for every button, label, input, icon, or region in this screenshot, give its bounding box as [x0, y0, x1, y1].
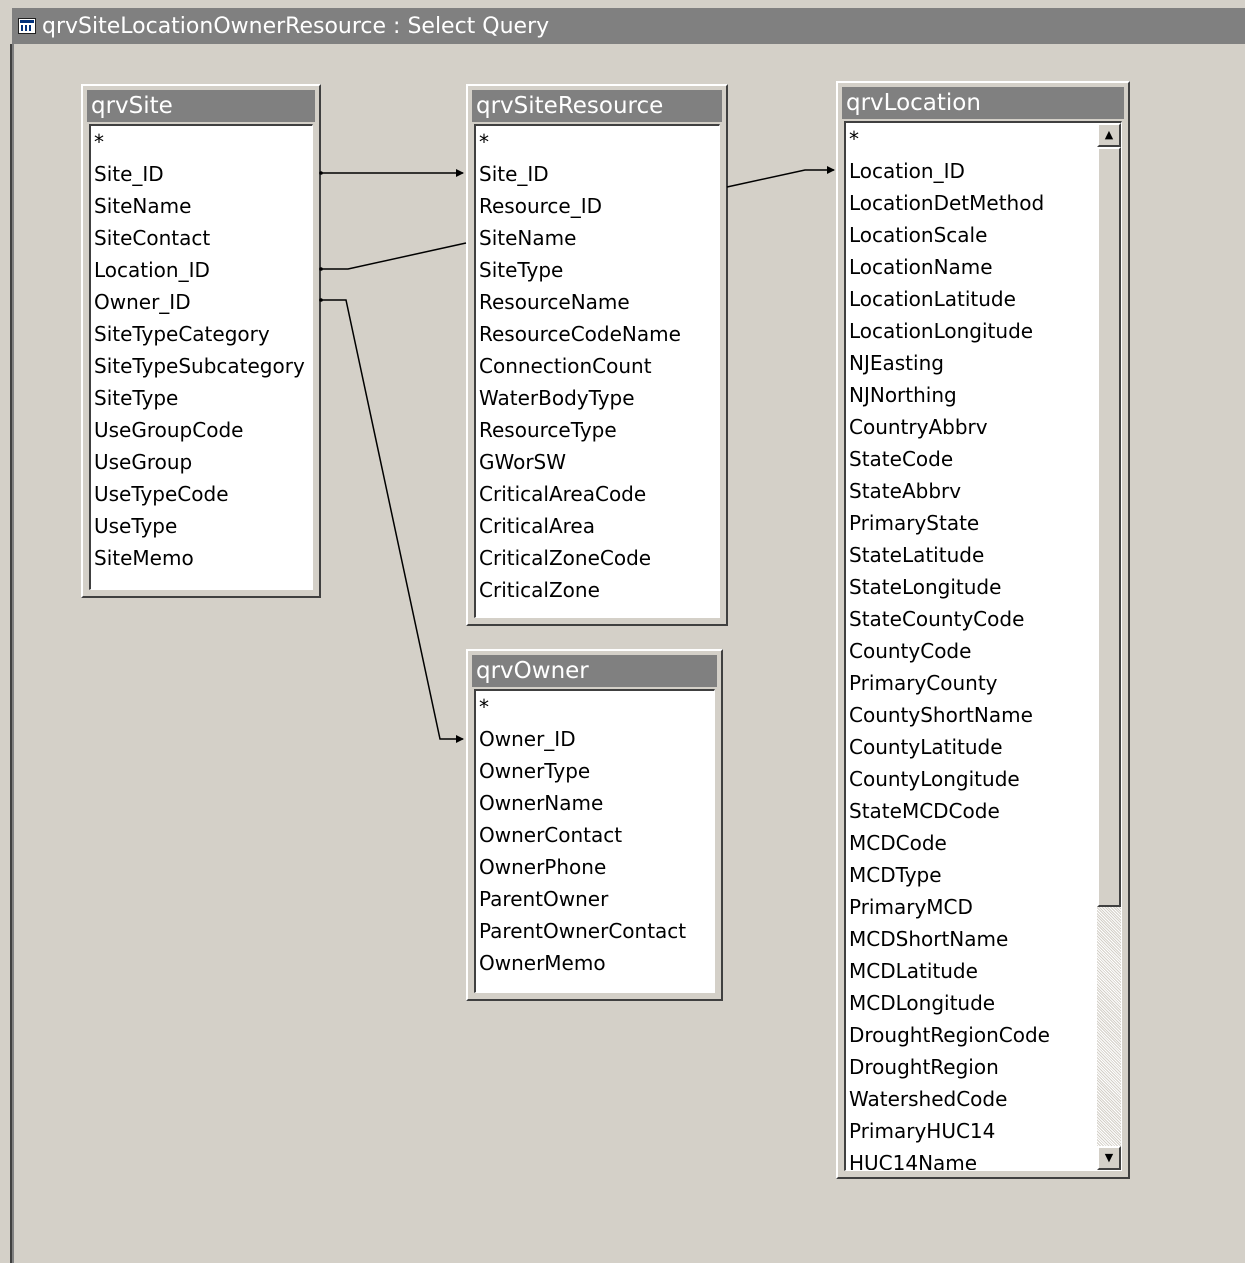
field-items: * Site_ID Resource_ID SiteName SiteType Resou…	[479, 126, 681, 606]
field-item[interactable]: StateAbbrv	[849, 475, 1050, 507]
field-item[interactable]: OwnerPhone	[479, 851, 686, 883]
field-item[interactable]: Owner_ID	[479, 723, 686, 755]
field-item[interactable]: WatershedCode	[849, 1083, 1050, 1115]
query-grid-icon[interactable]	[18, 18, 36, 34]
field-item[interactable]: Resource_ID	[479, 190, 681, 222]
field-item[interactable]: ResourceCodeName	[479, 318, 681, 350]
field-items: * Location_ID LocationDetMethod LocationSca…	[849, 123, 1050, 1170]
field-item[interactable]: ParentOwner	[479, 883, 686, 915]
field-item[interactable]: LocationScale	[849, 219, 1050, 251]
field-item[interactable]: OwnerContact	[479, 819, 686, 851]
scroll-up-arrow-icon[interactable]: ▲	[1097, 123, 1121, 147]
field-list-qrvsiteresource[interactable]: qrvSiteResource * Site_ID Resource_ID SiteN…	[466, 84, 728, 626]
field-item[interactable]: SiteType	[479, 254, 681, 286]
field-item-all[interactable]: *	[849, 123, 1050, 155]
field-item[interactable]: MCDLatitude	[849, 955, 1050, 987]
field-item[interactable]: UseType	[94, 510, 305, 542]
field-list-body: * Location_ID LocationDetMethod LocationSca…	[844, 121, 1122, 1171]
window-title-bar[interactable]: qrvSiteLocationOwnerResource : Select Qu…	[12, 8, 1245, 44]
field-list-title[interactable]: qrvSiteResource	[472, 90, 722, 122]
field-item[interactable]: OwnerMemo	[479, 947, 686, 979]
field-list-qrvowner[interactable]: qrvOwner * Owner_ID OwnerType OwnerName Owne…	[466, 649, 723, 1001]
field-items: * Site_ID SiteName SiteContact Location_ID Ow…	[94, 126, 305, 574]
query-design-window: qrvSiteLocationOwnerResource : Select Qu…	[0, 0, 1245, 1263]
field-list-title[interactable]: qrvLocation	[842, 87, 1124, 119]
join-line-owner-id[interactable]	[320, 299, 464, 743]
field-item[interactable]: StateLongitude	[849, 571, 1050, 603]
field-item[interactable]: PrimaryHUC14	[849, 1115, 1050, 1147]
field-item[interactable]: MCDLongitude	[849, 987, 1050, 1019]
field-item[interactable]: MCDType	[849, 859, 1050, 891]
join-line-location-id[interactable]	[726, 166, 835, 188]
scrollbar-thumb[interactable]	[1097, 147, 1121, 907]
field-item[interactable]: SiteTypeCategory	[94, 318, 305, 350]
field-item[interactable]: Location_ID	[94, 254, 305, 286]
field-list-title[interactable]: qrvSite	[87, 90, 315, 122]
field-item[interactable]: LocationDetMethod	[849, 187, 1050, 219]
field-item[interactable]: MCDCode	[849, 827, 1050, 859]
field-item[interactable]: DroughtRegionCode	[849, 1019, 1050, 1051]
field-item[interactable]: Location_ID	[849, 155, 1050, 187]
field-item[interactable]: SiteMemo	[94, 542, 305, 574]
field-item[interactable]: CriticalAreaCode	[479, 478, 681, 510]
field-item[interactable]: SiteName	[94, 190, 305, 222]
field-list-title[interactable]: qrvOwner	[472, 655, 717, 687]
field-item[interactable]: SiteName	[479, 222, 681, 254]
field-item[interactable]: StateMCDCode	[849, 795, 1050, 827]
field-item[interactable]: OwnerType	[479, 755, 686, 787]
field-item[interactable]: MCDShortName	[849, 923, 1050, 955]
field-item[interactable]: NJNorthing	[849, 379, 1050, 411]
field-list-body: * Owner_ID OwnerType OwnerName OwnerContact O…	[474, 689, 715, 993]
field-item[interactable]: OwnerName	[479, 787, 686, 819]
field-item[interactable]: PrimaryMCD	[849, 891, 1050, 923]
field-item[interactable]: UseGroupCode	[94, 414, 305, 446]
field-item[interactable]: Owner_ID	[94, 286, 305, 318]
field-item[interactable]: UseGroup	[94, 446, 305, 478]
field-item[interactable]: CriticalZoneCode	[479, 542, 681, 574]
canvas-edge-shadow	[12, 44, 14, 1263]
field-item[interactable]: StateCountyCode	[849, 603, 1050, 635]
field-item[interactable]: StateLatitude	[849, 539, 1050, 571]
field-item[interactable]: Site_ID	[479, 158, 681, 190]
field-item[interactable]: UseTypeCode	[94, 478, 305, 510]
field-list-body: * Site_ID SiteName SiteContact Location_ID Ow…	[89, 124, 313, 590]
field-item[interactable]: HUC14Name	[849, 1147, 1050, 1170]
field-item-all[interactable]: *	[479, 691, 686, 723]
field-item[interactable]: DroughtRegion	[849, 1051, 1050, 1083]
field-item[interactable]: LocationName	[849, 251, 1050, 283]
field-item[interactable]: PrimaryCounty	[849, 667, 1050, 699]
field-item[interactable]: StateCode	[849, 443, 1050, 475]
vertical-scrollbar[interactable]: ▲ ▼	[1097, 123, 1121, 1170]
field-item-all[interactable]: *	[94, 126, 305, 158]
field-item-all[interactable]: *	[479, 126, 681, 158]
field-item[interactable]: NJEasting	[849, 347, 1050, 379]
field-items: * Owner_ID OwnerType OwnerName OwnerContact O…	[479, 691, 686, 979]
field-item[interactable]: CriticalZone	[479, 574, 681, 606]
field-list-body: * Site_ID Resource_ID SiteName SiteType Resou…	[474, 124, 720, 618]
field-item[interactable]: CountyShortName	[849, 699, 1050, 731]
field-item[interactable]: ResourceName	[479, 286, 681, 318]
field-item[interactable]: SiteContact	[94, 222, 305, 254]
field-item[interactable]: ResourceType	[479, 414, 681, 446]
field-item[interactable]: ParentOwnerContact	[479, 915, 686, 947]
scroll-down-arrow-icon[interactable]: ▼	[1097, 1146, 1121, 1170]
field-item[interactable]: Site_ID	[94, 158, 305, 190]
field-item[interactable]: CountyLatitude	[849, 731, 1050, 763]
field-item[interactable]: CountyLongitude	[849, 763, 1050, 795]
field-item[interactable]: CriticalArea	[479, 510, 681, 542]
join-line-location-sitename[interactable]	[320, 242, 467, 270]
field-item[interactable]: LocationLatitude	[849, 283, 1050, 315]
field-item[interactable]: GWorSW	[479, 446, 681, 478]
field-list-qrvlocation[interactable]: qrvLocation * Location_ID LocationDetMetho…	[836, 81, 1130, 1179]
field-item[interactable]: LocationLongitude	[849, 315, 1050, 347]
field-item[interactable]: SiteType	[94, 382, 305, 414]
field-list-qrvsite[interactable]: qrvSite * Site_ID SiteName SiteContact Locat…	[81, 84, 321, 598]
field-item[interactable]: WaterBodyType	[479, 382, 681, 414]
field-item[interactable]: ConnectionCount	[479, 350, 681, 382]
window-title: qrvSiteLocationOwnerResource : Select Qu…	[42, 13, 550, 39]
field-item[interactable]: SiteTypeSubcategory	[94, 350, 305, 382]
field-item[interactable]: CountyCode	[849, 635, 1050, 667]
field-item[interactable]: PrimaryState	[849, 507, 1050, 539]
field-item[interactable]: CountryAbbrv	[849, 411, 1050, 443]
